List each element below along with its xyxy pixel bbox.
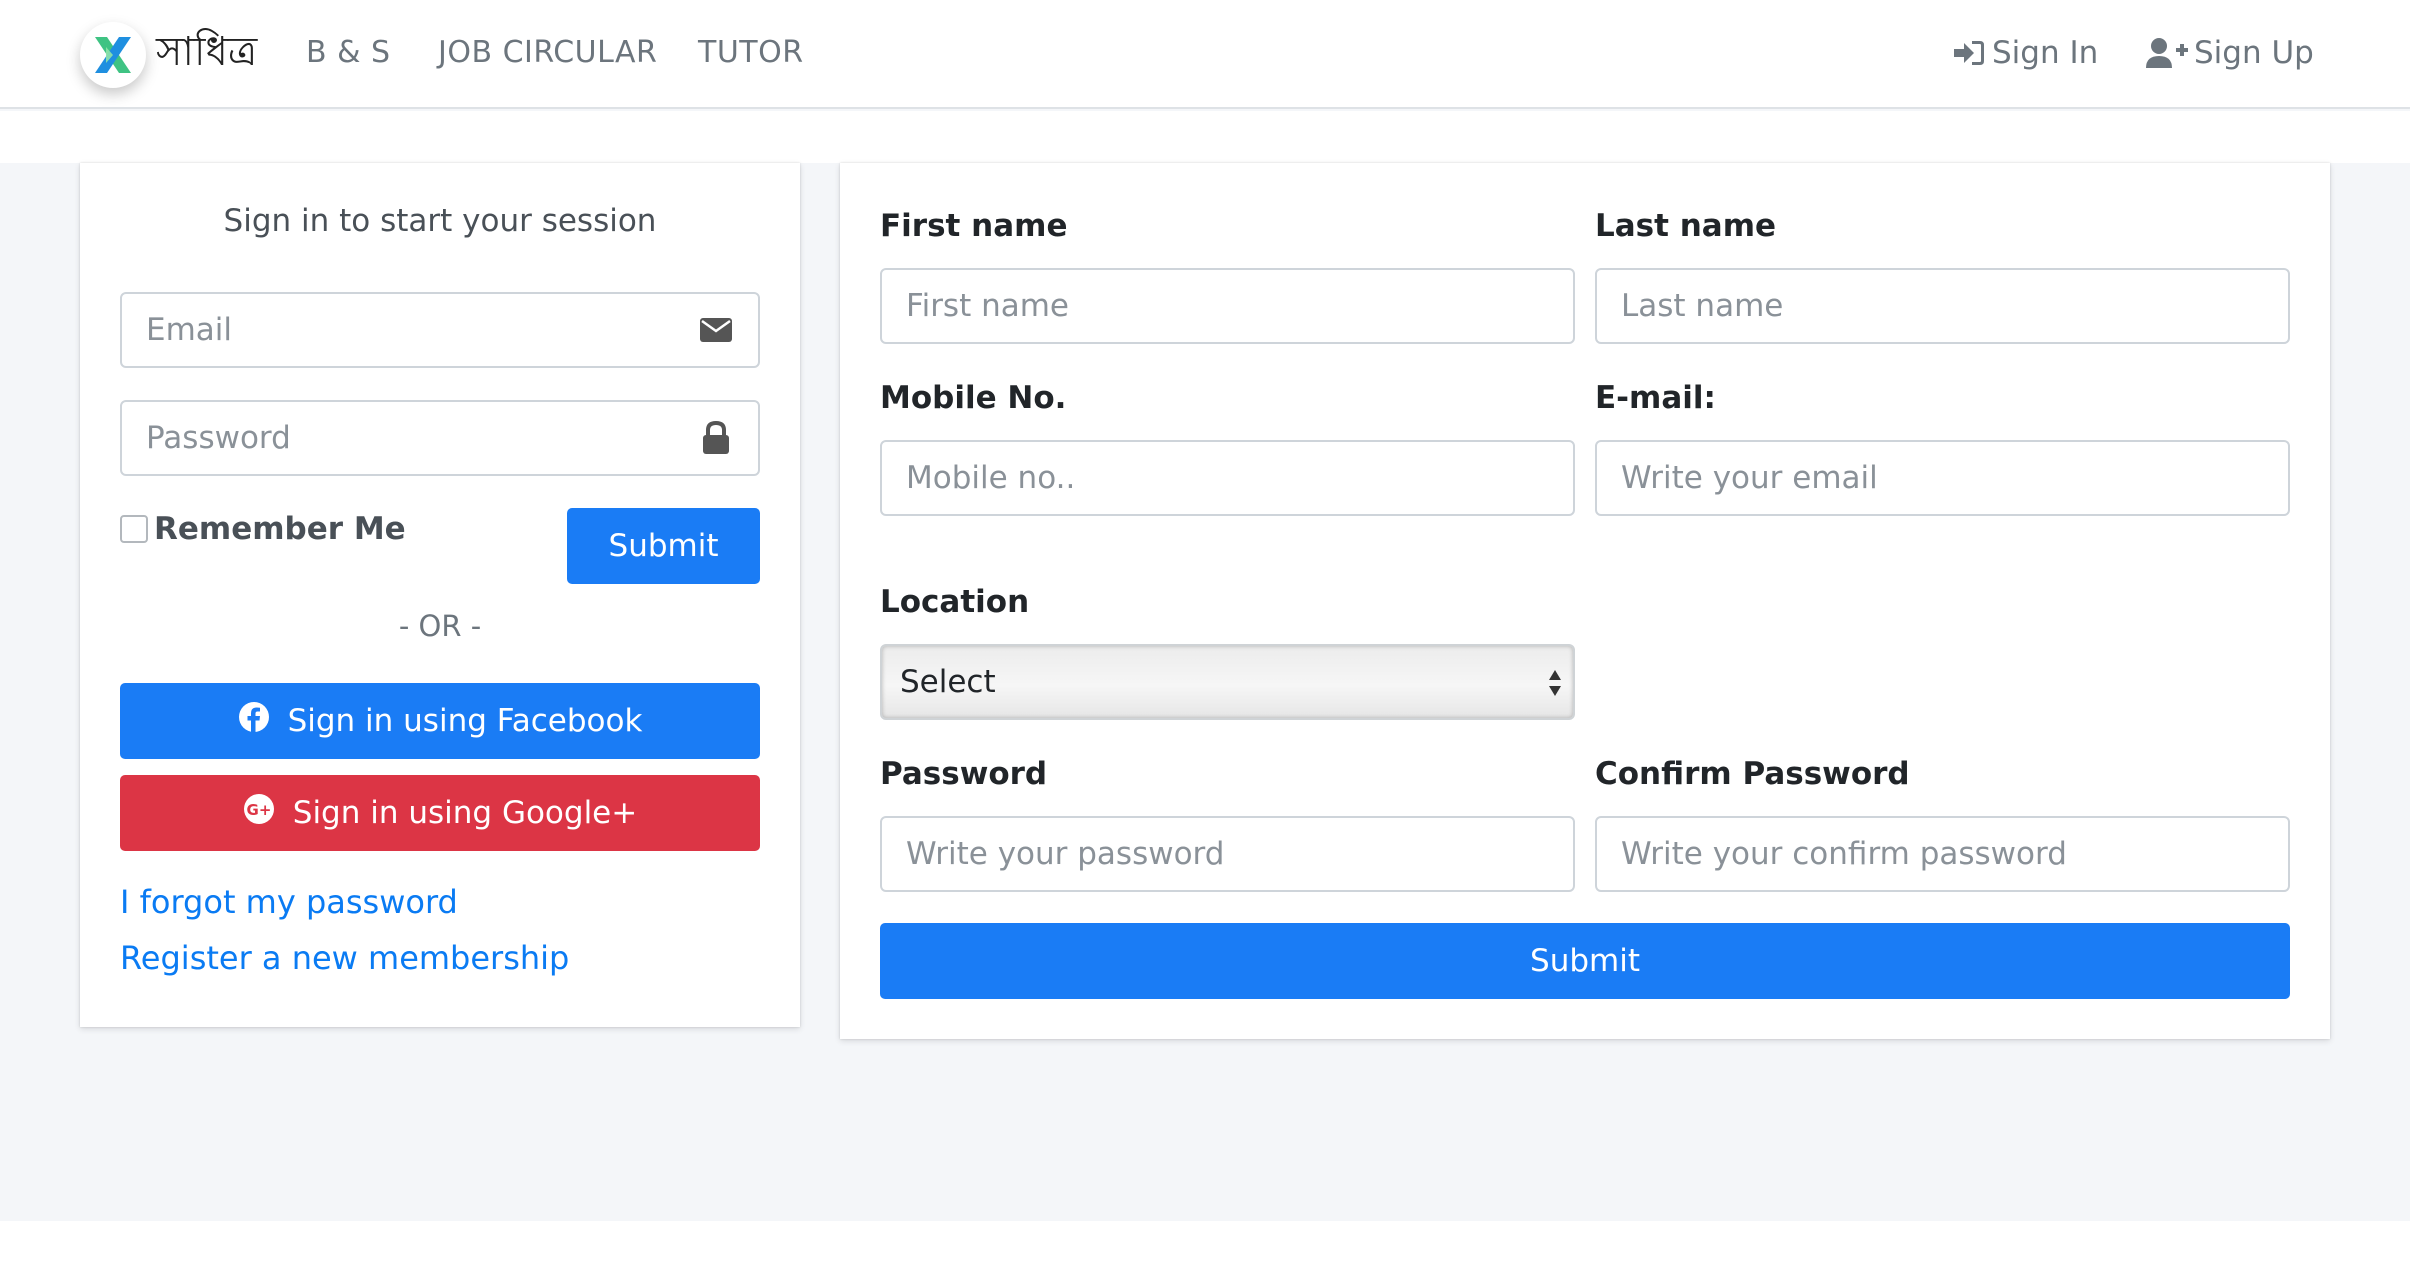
remember-me: Remember Me bbox=[120, 511, 406, 547]
confirm-password-label: Confirm Password bbox=[1595, 756, 1910, 792]
nav-link-bs[interactable]: B & S bbox=[306, 30, 391, 76]
location-selected-value: Select bbox=[900, 664, 996, 700]
or-separator: - OR - bbox=[398, 609, 482, 643]
login-submit-button[interactable]: Submit bbox=[567, 508, 760, 584]
register-card: First name Last name Mobile No. E-mail: … bbox=[840, 163, 2330, 1039]
email-input-group bbox=[120, 292, 760, 368]
brand-name[interactable]: সাধিত্র bbox=[156, 22, 257, 82]
envelope-icon bbox=[696, 294, 736, 366]
last-name-input[interactable] bbox=[1595, 268, 2290, 344]
remember-me-checkbox[interactable] bbox=[120, 515, 148, 543]
register-membership-link[interactable]: Register a new membership bbox=[120, 939, 569, 977]
password-label: Password bbox=[880, 756, 1048, 792]
sign-in-icon bbox=[1952, 38, 1986, 68]
register-email-input[interactable] bbox=[1595, 440, 2290, 516]
login-message: Sign in to start your session bbox=[223, 203, 657, 239]
lock-icon bbox=[696, 402, 736, 474]
confirm-password-input[interactable] bbox=[1595, 816, 2290, 892]
first-name-label: First name bbox=[880, 208, 1068, 244]
login-card: Sign in to start your session Remember M… bbox=[80, 163, 800, 1027]
location-label: Location bbox=[880, 584, 1030, 620]
email-label: E-mail: bbox=[1595, 380, 1716, 416]
header-band bbox=[0, 111, 2410, 163]
nav-sign-up[interactable]: Sign Up bbox=[2146, 30, 2314, 76]
forgot-password-link[interactable]: I forgot my password bbox=[120, 883, 458, 921]
remember-me-label[interactable]: Remember Me bbox=[154, 511, 406, 547]
footer bbox=[0, 1221, 2410, 1278]
register-submit-button[interactable]: Submit bbox=[880, 923, 2290, 999]
password-input-group bbox=[120, 400, 760, 476]
facebook-signin-label: Sign in using Facebook bbox=[287, 703, 643, 739]
facebook-icon bbox=[238, 701, 270, 741]
location-select[interactable]: Select bbox=[880, 644, 1575, 720]
google-plus-icon: G+ bbox=[243, 793, 275, 833]
sign-in-label: Sign In bbox=[1992, 35, 2099, 71]
first-name-input[interactable] bbox=[880, 268, 1575, 344]
google-signin-button[interactable]: G+ Sign in using Google+ bbox=[120, 775, 760, 851]
mobile-input[interactable] bbox=[880, 440, 1575, 516]
brand-logo-icon[interactable] bbox=[80, 22, 146, 88]
nav-link-tutor[interactable]: TUTOR bbox=[698, 30, 804, 76]
mobile-label: Mobile No. bbox=[880, 380, 1067, 416]
email-input[interactable] bbox=[122, 294, 682, 366]
user-plus-icon bbox=[2146, 37, 2188, 69]
top-navbar: সাধিত্র B & S JOB CIRCULAR TUTOR Sign In… bbox=[0, 0, 2410, 109]
google-signin-label: Sign in using Google+ bbox=[292, 795, 638, 831]
last-name-label: Last name bbox=[1595, 208, 1777, 244]
select-arrows-icon bbox=[1547, 666, 1563, 700]
sign-up-label: Sign Up bbox=[2194, 35, 2314, 71]
nav-sign-in[interactable]: Sign In bbox=[1952, 30, 2098, 76]
password-input[interactable] bbox=[122, 402, 682, 474]
facebook-signin-button[interactable]: Sign in using Facebook bbox=[120, 683, 760, 759]
svg-text:G+: G+ bbox=[246, 801, 271, 819]
register-password-input[interactable] bbox=[880, 816, 1575, 892]
nav-link-job-circular[interactable]: JOB CIRCULAR bbox=[438, 30, 657, 76]
